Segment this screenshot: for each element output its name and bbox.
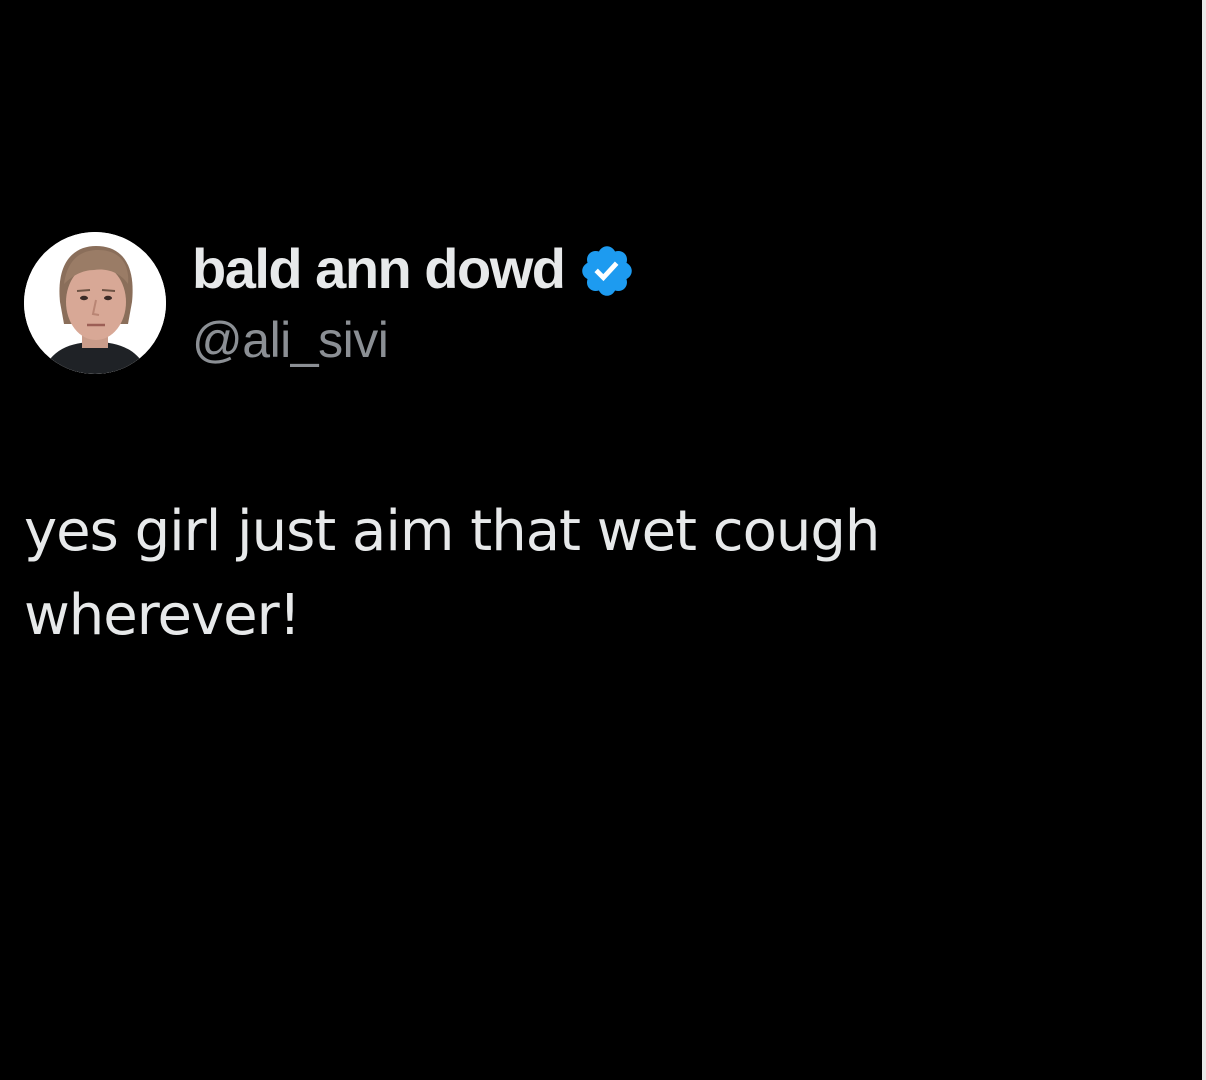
tweet-header: bald ann dowd @ali_sivi xyxy=(24,232,1164,374)
tweet-screenshot: bald ann dowd @ali_sivi yes girl just ai… xyxy=(0,0,1206,1080)
user-handle[interactable]: @ali_sivi xyxy=(192,310,636,370)
tweet-text: yes girl just aim that wet cough whereve… xyxy=(24,499,880,648)
avatar-portrait xyxy=(24,232,166,374)
avatar[interactable] xyxy=(24,232,166,374)
author-info: bald ann dowd @ali_sivi xyxy=(192,232,636,370)
verified-badge-icon xyxy=(578,242,636,300)
right-edge-divider xyxy=(1202,0,1206,1080)
tweet-card: bald ann dowd @ali_sivi yes girl just ai… xyxy=(24,232,1164,658)
name-row: bald ann dowd xyxy=(192,236,636,302)
display-name[interactable]: bald ann dowd xyxy=(192,236,566,302)
